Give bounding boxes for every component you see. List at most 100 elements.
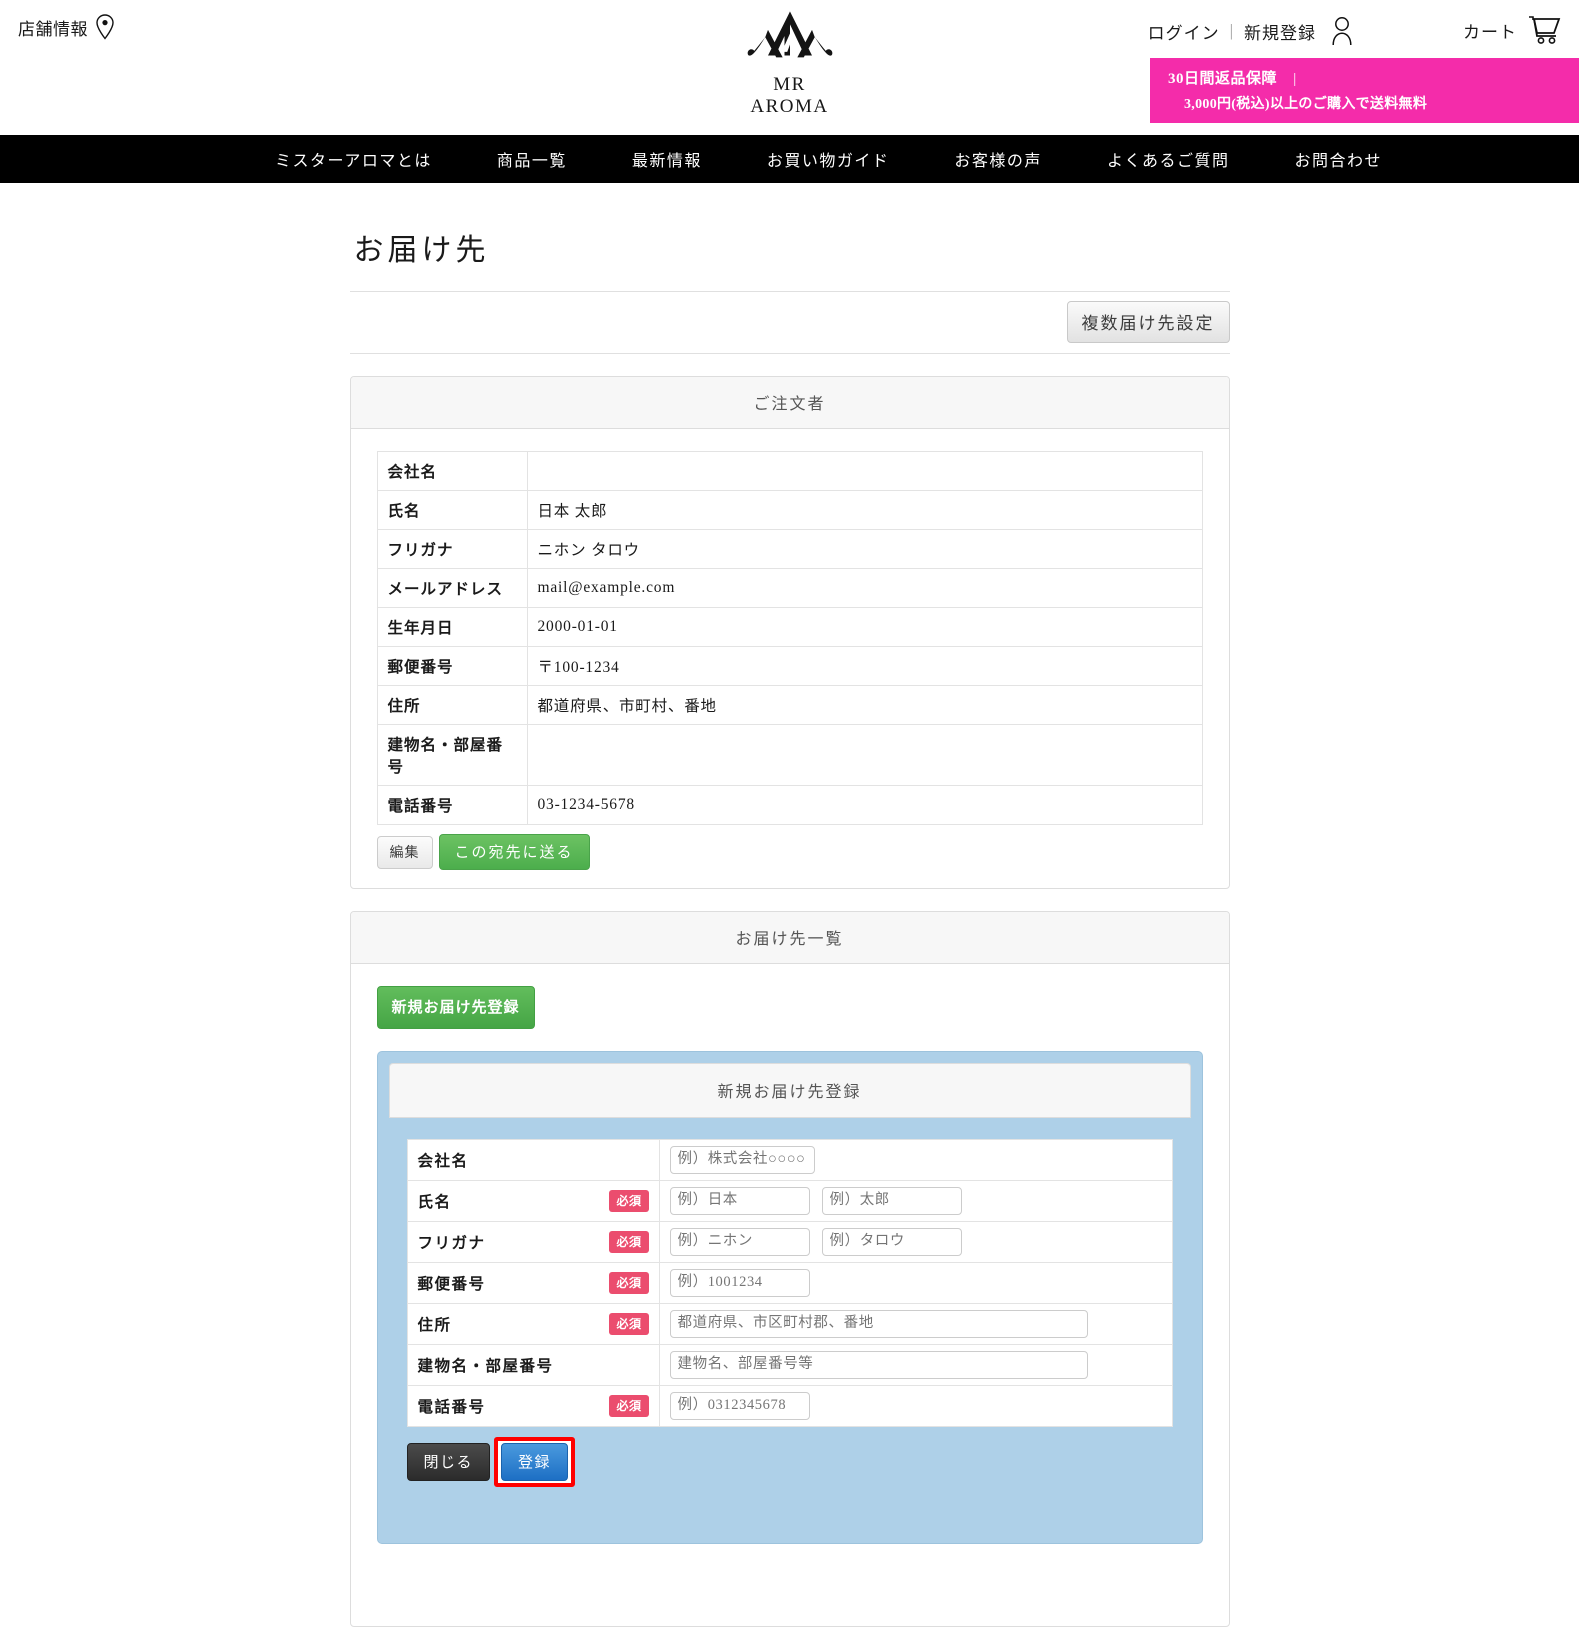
new-shipping-address-button[interactable]: 新規お届け先登録 (376, 986, 535, 1029)
form-field-name (658, 1180, 1173, 1222)
row-value: ニホン タロウ (526, 529, 1203, 569)
row-value: 都道府県、市町村、番地 (526, 685, 1203, 725)
label-text: 住所 (417, 1317, 452, 1334)
building-name-input[interactable] (669, 1351, 1088, 1379)
orderer-table: 会社名 氏名 日本 太郎 フリガナ ニホン タロウ メールアドレス mail@e… (376, 451, 1203, 825)
table-row: フリガナ ニホン タロウ (376, 529, 1203, 569)
main-content: お届け先 複数届け先設定 ご注文者 会社名 氏名 日本 太郎 フリガナ ニホン … (349, 183, 1230, 1627)
row-label: 住所 (376, 685, 528, 725)
register-button-highlight: 登録 (494, 1437, 576, 1487)
login-link[interactable]: ログイン (1148, 19, 1220, 44)
account-links: ログイン | 新規登録 (1148, 16, 1354, 46)
form-field-building (658, 1344, 1173, 1386)
nav-item-faq[interactable]: よくあるご質問 (1107, 147, 1230, 171)
store-info-link[interactable]: 店舗情報 (18, 14, 115, 40)
multi-shipping-button[interactable]: 複数届け先設定 (1066, 301, 1230, 343)
table-row: 住所 都道府県、市町村、番地 (376, 685, 1203, 725)
site-logo[interactable]: MR AROMA (715, 6, 865, 118)
orderer-actions: 編集 この宛先に送る (376, 834, 1203, 870)
table-row: メールアドレス mail@example.com (376, 568, 1203, 608)
table-row: 氏名 日本 太郎 (376, 490, 1203, 530)
nav-item-voices[interactable]: お客様の声 (954, 147, 1042, 171)
required-badge: 必須 (609, 1231, 649, 1253)
row-label: 電話番号 (376, 785, 528, 825)
account-separator: | (1229, 21, 1234, 40)
postal-code-input[interactable] (669, 1269, 810, 1297)
logo-line-1: MR (773, 74, 806, 95)
form-field-kana (658, 1221, 1173, 1263)
form-field-postal (658, 1262, 1173, 1304)
label-text: 郵便番号 (417, 1276, 486, 1293)
form-row-address: 住所 必須 (406, 1303, 1173, 1345)
send-to-this-address-button[interactable]: この宛先に送る (438, 834, 590, 870)
close-button[interactable]: 閉じる (406, 1443, 491, 1481)
promo-banner: 30日間返品保障 | 3,000円(税込)以上のご購入で送料無料 (1150, 58, 1579, 123)
label-text: 会社名 (417, 1153, 469, 1170)
row-value: mail@example.com (526, 568, 1203, 608)
address-input[interactable] (669, 1310, 1088, 1338)
edit-button[interactable]: 編集 (376, 835, 433, 869)
row-value (526, 451, 1203, 491)
new-address-form-table: 会社名 氏名 必須 (406, 1139, 1173, 1427)
form-label-phone: 電話番号 必須 (406, 1385, 660, 1427)
table-row: 会社名 (376, 451, 1203, 491)
promo-divider: | (1293, 71, 1297, 87)
form-actions: 閉じる 登録 (406, 1437, 1173, 1487)
nav-item-news[interactable]: 最新情報 (632, 147, 702, 171)
row-label: フリガナ (376, 529, 528, 569)
cart-link[interactable]: カート (1463, 14, 1561, 46)
new-address-form-heading: 新規お届け先登録 (388, 1063, 1191, 1118)
register-button[interactable]: 登録 (501, 1443, 569, 1481)
table-row: 生年月日 2000-01-01 (376, 607, 1203, 647)
required-badge: 必須 (609, 1313, 649, 1335)
required-badge: 必須 (609, 1190, 649, 1212)
page-title: お届け先 (349, 211, 1230, 292)
shipping-list-panel: お届け先一覧 新規お届け先登録 新規お届け先登録 会社名 例）株式会社○○○○ … (349, 911, 1230, 1627)
nav-item-products[interactable]: 商品一覧 (497, 147, 567, 171)
panel-bottom-spacer (377, 1544, 1203, 1608)
last-name-input[interactable] (669, 1187, 810, 1215)
form-label-building: 建物名・部屋番号 (406, 1344, 660, 1386)
row-value: 日本 太郎 (526, 490, 1203, 530)
logo-line-2: AROMA (750, 95, 829, 117)
register-link[interactable]: 新規登録 (1244, 19, 1316, 44)
form-row-postal: 郵便番号 必須 (406, 1262, 1173, 1304)
form-row-company: 会社名 (406, 1139, 1173, 1181)
store-info-label: 店舗情報 (18, 19, 88, 39)
form-row-name: 氏名 必須 (406, 1180, 1173, 1222)
cart-label: カート (1463, 22, 1517, 42)
promo-line-1: 30日間返品保障 (1168, 71, 1278, 87)
form-row-phone: 電話番号 必須 (406, 1385, 1173, 1427)
shipping-list-heading: お届け先一覧 (350, 912, 1229, 964)
nav-item-about[interactable]: ミスターアロマとは (275, 147, 432, 171)
nav-item-guide[interactable]: お買い物ガイド (767, 147, 890, 171)
form-row-kana: フリガナ 必須 (406, 1221, 1173, 1263)
nav-item-contact[interactable]: お問合わせ (1294, 147, 1382, 171)
row-value: 〒100-1234 (526, 646, 1203, 686)
form-label-address: 住所 必須 (406, 1303, 660, 1345)
multi-shipping-row: 複数届け先設定 (349, 292, 1230, 354)
required-badge: 必須 (609, 1272, 649, 1294)
company-name-input[interactable] (669, 1146, 815, 1174)
new-address-form-panel: 新規お届け先登録 会社名 例）株式会社○○○○ 氏名 必須 例）日本 例）太郎 … (376, 1051, 1203, 1544)
form-field-company (658, 1139, 1173, 1181)
table-row: 建物名・部屋番号 (376, 724, 1203, 786)
first-name-input[interactable] (821, 1187, 962, 1215)
last-name-kana-input[interactable] (669, 1228, 810, 1256)
label-text: フリガナ (417, 1235, 486, 1252)
promo-line-2: 3,000円(税込)以上のご購入で送料無料 (1184, 97, 1428, 112)
form-label-kana: フリガナ 必須 (406, 1221, 660, 1263)
main-navigation: ミスターアロマとは 商品一覧 最新情報 お買い物ガイド お客様の声 よくあるご質… (0, 135, 1579, 183)
phone-number-input[interactable] (669, 1392, 810, 1420)
form-label-name: 氏名 必須 (406, 1180, 660, 1222)
row-label: 建物名・部屋番号 (376, 724, 528, 786)
orderer-panel-heading: ご注文者 (350, 377, 1229, 429)
shopping-cart-icon (1527, 14, 1561, 46)
site-header: 店舗情報 MR AROMA ログイン | 新規登録 カート 30日間返品保障 |… (0, 0, 1579, 135)
first-name-kana-input[interactable] (821, 1228, 962, 1256)
person-icon[interactable] (1330, 16, 1354, 46)
map-pin-icon (95, 14, 115, 40)
row-label: 氏名 (376, 490, 528, 530)
form-row-building: 建物名・部屋番号 (406, 1344, 1173, 1386)
form-field-phone (658, 1385, 1173, 1427)
